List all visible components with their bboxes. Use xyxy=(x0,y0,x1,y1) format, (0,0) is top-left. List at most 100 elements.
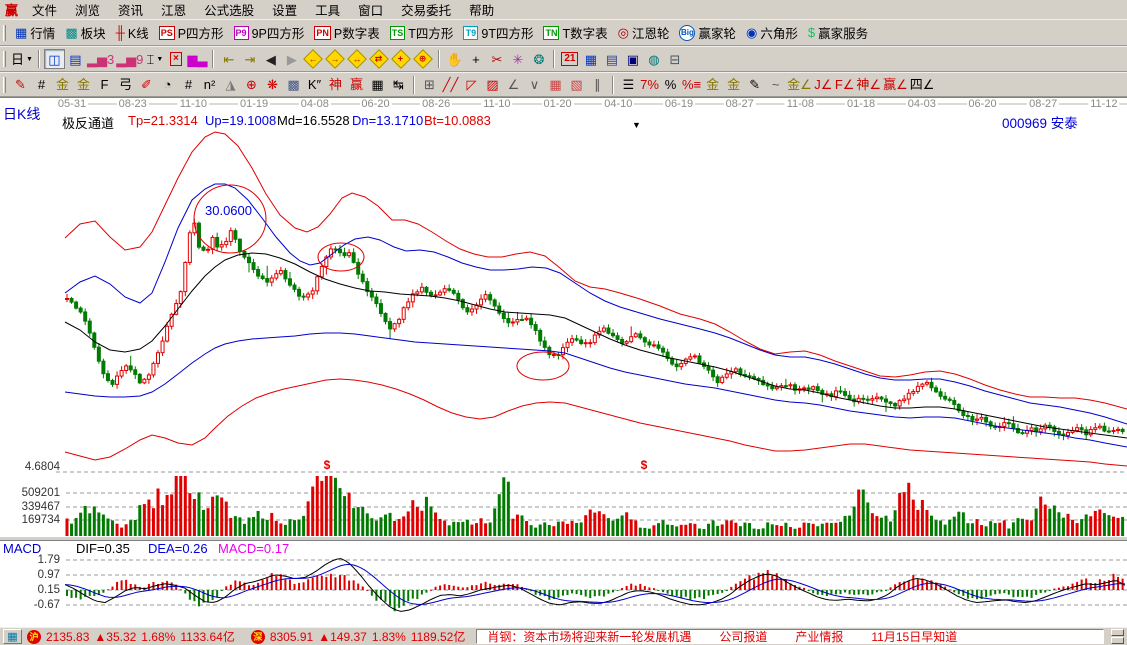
indicator-panel[interactable]: ▆▃ xyxy=(186,49,208,69)
draw-gold-angle[interactable]: 金∠ xyxy=(786,75,813,95)
notes[interactable]: ▤ xyxy=(601,49,622,69)
last-page[interactable]: ⇥ xyxy=(239,49,260,69)
draw-j-angle[interactable]: J∠ xyxy=(813,75,834,95)
draw-four-angle[interactable]: 四∠ xyxy=(909,75,936,95)
news-link-industry[interactable]: 产业情报 xyxy=(795,629,843,644)
draw-fan-box[interactable]: ◸ xyxy=(461,75,482,95)
draw-spider-web[interactable]: ❋ xyxy=(262,75,283,95)
save[interactable]: ▣ xyxy=(622,49,643,69)
menu-item[interactable]: 窗口 xyxy=(349,0,392,20)
menu-item[interactable]: 资讯 xyxy=(109,0,152,20)
draw-gold-circle[interactable]: 金 xyxy=(702,75,723,95)
btn-t-number[interactable]: TNT数字表 xyxy=(538,22,612,44)
overlay-9[interactable]: ▂▅9 xyxy=(115,49,144,69)
btn-9p-square[interactable]: P99P四方形 xyxy=(229,22,310,44)
print[interactable]: ⊟ xyxy=(664,49,685,69)
calendar[interactable]: 21 xyxy=(559,49,580,69)
btn-t-square[interactable]: TST四方形 xyxy=(385,22,459,44)
btn-kline[interactable]: ╫K线 xyxy=(111,22,154,44)
knot-tool[interactable]: ❂ xyxy=(528,49,549,69)
draw-k-note[interactable]: K″ xyxy=(304,75,325,95)
draw-f-grid[interactable]: F xyxy=(94,75,115,95)
btn-winner-service[interactable]: $赢家服务 xyxy=(803,22,873,44)
menu-item[interactable]: 公式选股 xyxy=(195,0,263,20)
expand-all[interactable]: + xyxy=(390,49,412,69)
btn-p-square[interactable]: PSP四方形 xyxy=(154,22,229,44)
btn-9t-square[interactable]: T99T四方形 xyxy=(458,22,538,44)
world-time[interactable]: ◍ xyxy=(643,49,664,69)
draw-frame[interactable]: ⊞ xyxy=(419,75,440,95)
draw-fan-lines[interactable]: ╱╱ xyxy=(440,75,461,95)
shenzhen-badge-icon[interactable]: 深 xyxy=(251,630,265,644)
info-view[interactable]: ▤ xyxy=(65,49,86,69)
draw-shen-angle[interactable]: 神∠ xyxy=(855,75,882,95)
btn-quotes[interactable]: ▦行情 xyxy=(10,22,60,44)
draw-v-lines[interactable]: ∨ xyxy=(524,75,545,95)
ticker-scroll-down-button[interactable] xyxy=(1111,637,1124,644)
draw-gold-grid[interactable]: 金 xyxy=(52,75,73,95)
draw-target[interactable]: ⊕ xyxy=(241,75,262,95)
draw-pct-lines[interactable]: %≡ xyxy=(681,75,702,95)
expand-horizontal[interactable]: ↔ xyxy=(346,49,368,69)
compress-horizontal[interactable]: ⇄ xyxy=(368,49,390,69)
draw-win-grid[interactable]: 赢 xyxy=(346,75,367,95)
news-link-daily[interactable]: 11月15日早知道 xyxy=(871,629,957,644)
draw-angle-ruler[interactable]: ◮ xyxy=(220,75,241,95)
draw-brush[interactable]: ✎ xyxy=(10,75,31,95)
toolbar-gripper[interactable] xyxy=(3,77,6,93)
draw-shen-grid[interactable]: 神 xyxy=(325,75,346,95)
draw-win-angle[interactable]: 赢∠ xyxy=(882,75,909,95)
draw-grid2[interactable]: # xyxy=(178,75,199,95)
draw-ink-pen[interactable]: ✎ xyxy=(744,75,765,95)
draw-gold-lines[interactable]: 金 xyxy=(723,75,744,95)
btn-gann-wheel[interactable]: ◎江恩轮 xyxy=(613,22,675,44)
menu-item[interactable]: 文件 xyxy=(23,0,66,20)
draw-wave[interactable]: ~ xyxy=(765,75,786,95)
draw-pen[interactable]: ✐ xyxy=(136,75,157,95)
btn-hexagon[interactable]: ◉六角形 xyxy=(741,22,803,44)
reset-view[interactable]: ⊕ xyxy=(412,49,434,69)
multi-window[interactable]: ◫ xyxy=(44,49,65,69)
shanghai-badge-icon[interactable]: 沪 xyxy=(27,630,41,644)
draw-diag-box[interactable]: ▨ xyxy=(482,75,503,95)
menu-item[interactable]: 交易委托 xyxy=(392,0,460,20)
menu-item[interactable]: 帮助 xyxy=(460,0,503,20)
draw-red-grid2[interactable]: ▧ xyxy=(566,75,587,95)
draw-web-grid[interactable]: ▩ xyxy=(283,75,304,95)
news-link-company[interactable]: 公司报道 xyxy=(719,629,767,644)
news-headline[interactable]: 肖钢：资本市场将迎来新一轮发展机遇 xyxy=(487,629,691,644)
draw-bow-grid[interactable]: 弓 xyxy=(115,75,136,95)
toolbar-gripper[interactable] xyxy=(3,25,6,41)
draw-grid[interactable]: # xyxy=(31,75,52,95)
draw-f-angle[interactable]: F∠ xyxy=(834,75,856,95)
draw-number-grid[interactable]: ▦ xyxy=(367,75,388,95)
btn-p-number[interactable]: PNP数字表 xyxy=(309,22,384,44)
draw-angle-lines[interactable]: ∠ xyxy=(503,75,524,95)
market-grid-button[interactable]: ▦ xyxy=(3,629,22,644)
gann-flower-tool[interactable]: ✳ xyxy=(507,49,528,69)
draw-pct[interactable]: % xyxy=(660,75,681,95)
period-day-selector[interactable]: 日▼ xyxy=(10,49,34,69)
overlay-3[interactable]: ▂▅3 xyxy=(86,49,115,69)
menu-item[interactable]: 江恩 xyxy=(152,0,195,20)
draw-gold-grid2[interactable]: 金 xyxy=(73,75,94,95)
calculator[interactable]: ▦ xyxy=(580,49,601,69)
shift-right[interactable]: → xyxy=(324,49,346,69)
btn-winner-wheel[interactable]: Big赢家轮 xyxy=(674,22,741,44)
menu-item[interactable]: 浏览 xyxy=(66,0,109,20)
first-page[interactable]: ⇤ xyxy=(218,49,239,69)
menu-item[interactable]: 工具 xyxy=(306,0,349,20)
draw-7pct[interactable]: 7% xyxy=(639,75,660,95)
region-select[interactable]: × xyxy=(165,49,186,69)
candle-style[interactable]: ⌶▼ xyxy=(144,49,165,69)
shift-left[interactable]: ← xyxy=(302,49,324,69)
menu-item[interactable]: 设置 xyxy=(263,0,306,20)
draw-parallel[interactable]: ∥ xyxy=(587,75,608,95)
ticker-scroll-up-button[interactable] xyxy=(1111,629,1124,636)
crosshair-tool[interactable]: + xyxy=(465,49,486,69)
draw-red-grid[interactable]: ▦ xyxy=(545,75,566,95)
prev-bar[interactable]: ◀ xyxy=(260,49,281,69)
next-bar[interactable]: ▶ xyxy=(281,49,302,69)
draw-span-arrow[interactable]: ↹ xyxy=(388,75,409,95)
draw-gann-circle[interactable]: ◔ xyxy=(157,75,178,95)
